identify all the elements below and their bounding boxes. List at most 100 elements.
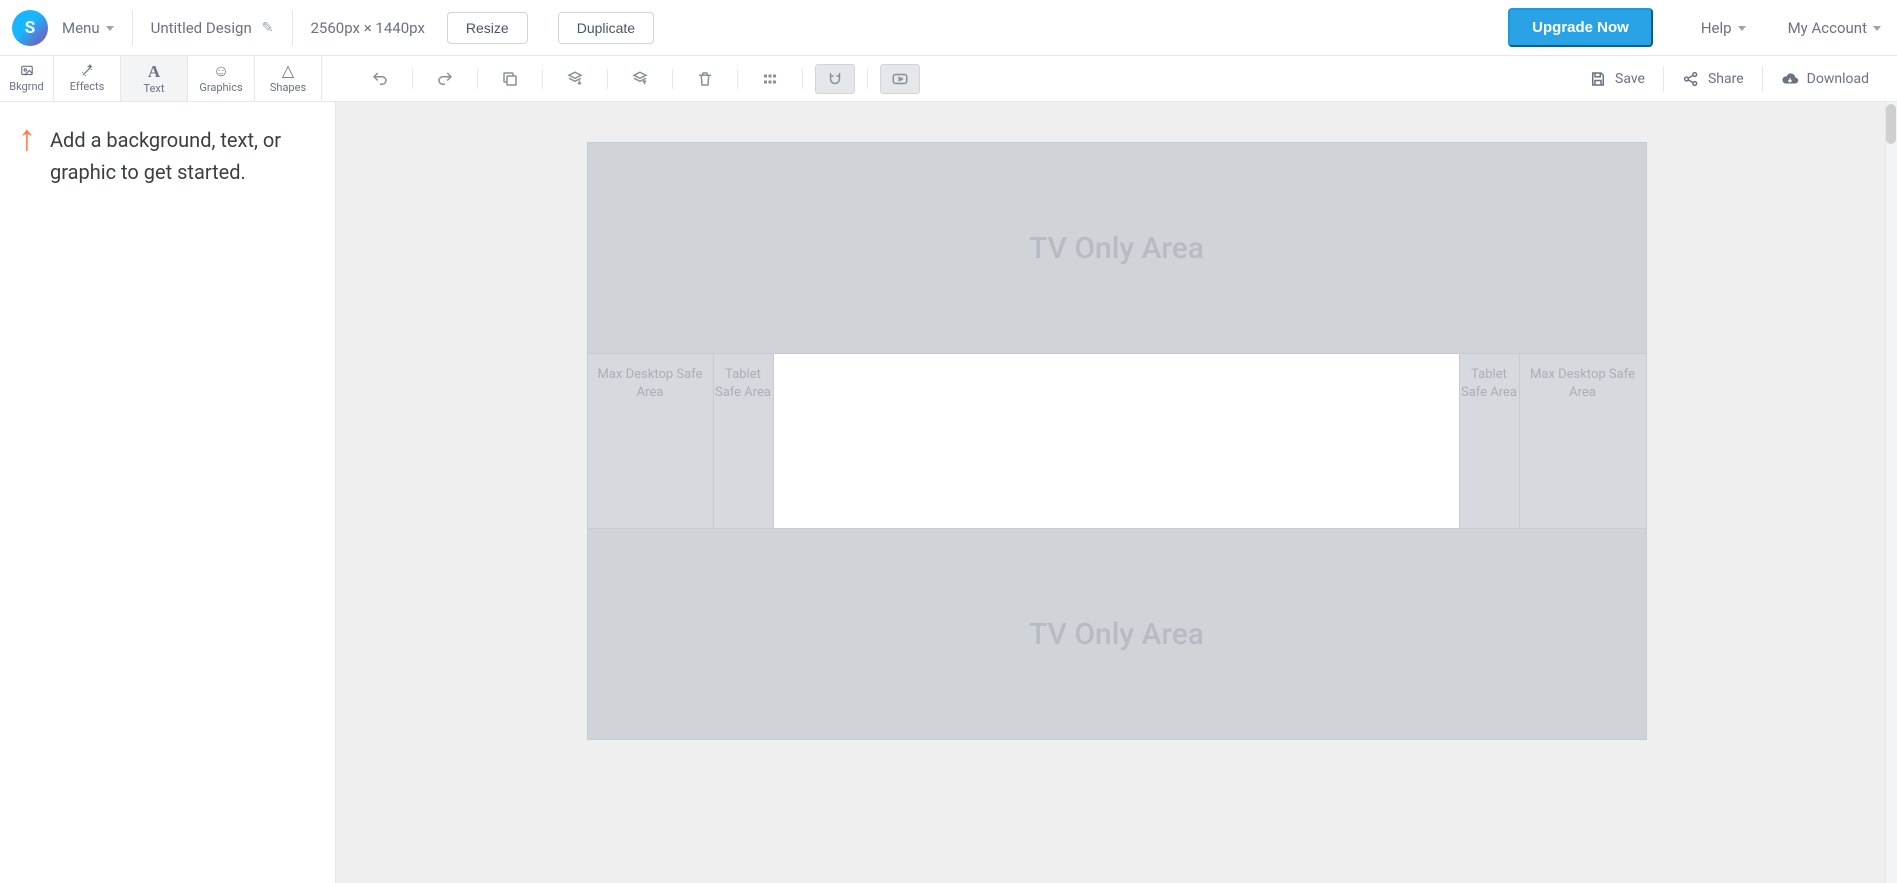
copy-icon xyxy=(501,70,519,88)
caret-down-icon xyxy=(1873,26,1881,31)
cloud-download-icon xyxy=(1781,70,1799,88)
tv-only-label-top: TV Only Area xyxy=(1029,231,1204,266)
tab-text-label: Text xyxy=(144,82,165,95)
smiley-icon: ☺ xyxy=(213,63,229,79)
help-dropdown[interactable]: Help xyxy=(1701,19,1746,37)
safe-area-row: Max Desktop Safe Area Tablet Safe Area T… xyxy=(588,353,1646,529)
magnet-icon xyxy=(826,70,844,88)
arrow-up-icon: ↑ xyxy=(18,120,36,156)
safe-center-area[interactable] xyxy=(774,354,1460,528)
redo-icon xyxy=(436,70,454,88)
resize-button-label: Resize xyxy=(466,20,509,36)
triangle-icon: △ xyxy=(282,63,294,79)
main-area: ↑ Add a background, text, or graphic to … xyxy=(0,102,1897,883)
share-label: Share xyxy=(1708,71,1744,87)
side-panel: ↑ Add a background, text, or graphic to … xyxy=(0,102,336,883)
upgrade-button-label: Upgrade Now xyxy=(1532,19,1629,36)
canvas-right-actions: Save Share Download xyxy=(1571,66,1897,92)
divider xyxy=(607,69,608,89)
trash-icon xyxy=(696,70,714,88)
grid-button[interactable] xyxy=(750,64,790,94)
tv-only-area-top: TV Only Area xyxy=(588,143,1646,353)
tab-shapes[interactable]: △ Shapes xyxy=(255,56,322,101)
upgrade-button[interactable]: Upgrade Now xyxy=(1508,8,1653,47)
caret-down-icon xyxy=(1738,26,1746,31)
document-title: Untitled Design xyxy=(151,19,252,37)
top-bar-right: Upgrade Now Help My Account xyxy=(1508,8,1889,47)
menu-label: Menu xyxy=(62,19,100,37)
layers-down-icon xyxy=(566,70,584,88)
divider xyxy=(132,10,133,46)
tab-effects-label: Effects xyxy=(70,80,105,93)
wand-icon xyxy=(80,64,94,78)
second-bar: Bkgrnd Effects A Text ☺ Graphics △ Shape… xyxy=(0,56,1897,102)
app-root: S Menu Untitled Design ✎ 2560px × 1440px… xyxy=(0,0,1897,883)
duplicate-button[interactable]: Duplicate xyxy=(558,12,654,44)
canvas-toolbar: Save Share Download xyxy=(336,56,1897,101)
hint-text: Add a background, text, or graphic to ge… xyxy=(50,124,317,188)
tablet-right: Tablet Safe Area xyxy=(1460,354,1520,528)
tab-graphics-label: Graphics xyxy=(199,81,242,94)
divider xyxy=(802,69,803,89)
account-label: My Account xyxy=(1788,19,1867,37)
brand-logo-letter: S xyxy=(25,18,35,38)
divider xyxy=(412,69,413,89)
youtube-icon xyxy=(891,70,909,88)
youtube-overlay-button[interactable] xyxy=(880,64,920,94)
tablet-right-label: Tablet Safe Area xyxy=(1460,366,1519,401)
duplicate-button-label: Duplicate xyxy=(577,20,635,36)
divider xyxy=(542,69,543,89)
resize-button[interactable]: Resize xyxy=(447,12,528,44)
menu-dropdown[interactable]: Menu xyxy=(62,19,114,37)
image-icon xyxy=(20,64,34,78)
send-backward-button[interactable] xyxy=(555,64,595,94)
brand-logo[interactable]: S xyxy=(12,10,48,46)
snap-button[interactable] xyxy=(815,64,855,94)
tablet-left-label: Tablet Safe Area xyxy=(714,366,773,401)
copy-button[interactable] xyxy=(490,64,530,94)
grid-icon xyxy=(761,70,779,88)
layers-up-icon xyxy=(631,70,649,88)
divider xyxy=(292,10,293,46)
vertical-scrollbar[interactable] xyxy=(1885,102,1897,883)
text-icon: A xyxy=(148,63,160,80)
max-desktop-left: Max Desktop Safe Area xyxy=(588,354,714,528)
help-label: Help xyxy=(1701,19,1732,37)
divider xyxy=(672,69,673,89)
pencil-icon: ✎ xyxy=(262,20,274,36)
save-button[interactable]: Save xyxy=(1571,70,1663,88)
share-button[interactable]: Share xyxy=(1664,70,1762,88)
tv-only-label-bottom: TV Only Area xyxy=(1029,617,1204,652)
undo-icon xyxy=(371,70,389,88)
save-icon xyxy=(1589,70,1607,88)
undo-button[interactable] xyxy=(360,64,400,94)
tv-only-area-bottom: TV Only Area xyxy=(588,529,1646,739)
download-label: Download xyxy=(1807,71,1869,87)
scrollbar-thumb[interactable] xyxy=(1886,104,1896,144)
divider xyxy=(477,69,478,89)
save-label: Save xyxy=(1615,71,1645,87)
empty-hint: ↑ Add a background, text, or graphic to … xyxy=(18,124,317,188)
bring-forward-button[interactable] xyxy=(620,64,660,94)
artboard[interactable]: TV Only Area Max Desktop Safe Area Table… xyxy=(587,142,1647,740)
delete-button[interactable] xyxy=(685,64,725,94)
redo-button[interactable] xyxy=(425,64,465,94)
tab-background-label: Bkgrnd xyxy=(9,80,44,93)
divider xyxy=(867,69,868,89)
document-title-group[interactable]: Untitled Design ✎ xyxy=(151,19,274,37)
tablet-left: Tablet Safe Area xyxy=(714,354,774,528)
tab-graphics[interactable]: ☺ Graphics xyxy=(188,56,255,101)
tab-effects[interactable]: Effects xyxy=(54,56,121,101)
canvas-dimensions: 2560px × 1440px xyxy=(311,19,425,37)
tab-background[interactable]: Bkgrnd xyxy=(0,56,54,101)
caret-down-icon xyxy=(106,26,114,31)
max-desktop-right-label: Max Desktop Safe Area xyxy=(1520,366,1646,401)
canvas-viewport[interactable]: TV Only Area Max Desktop Safe Area Table… xyxy=(336,102,1897,883)
top-bar: S Menu Untitled Design ✎ 2560px × 1440px… xyxy=(0,0,1897,56)
max-desktop-right: Max Desktop Safe Area xyxy=(1520,354,1646,528)
max-desktop-left-label: Max Desktop Safe Area xyxy=(588,366,713,401)
account-dropdown[interactable]: My Account xyxy=(1788,19,1881,37)
tab-shapes-label: Shapes xyxy=(270,81,306,94)
download-button[interactable]: Download xyxy=(1763,70,1887,88)
tab-text[interactable]: A Text xyxy=(121,56,188,101)
